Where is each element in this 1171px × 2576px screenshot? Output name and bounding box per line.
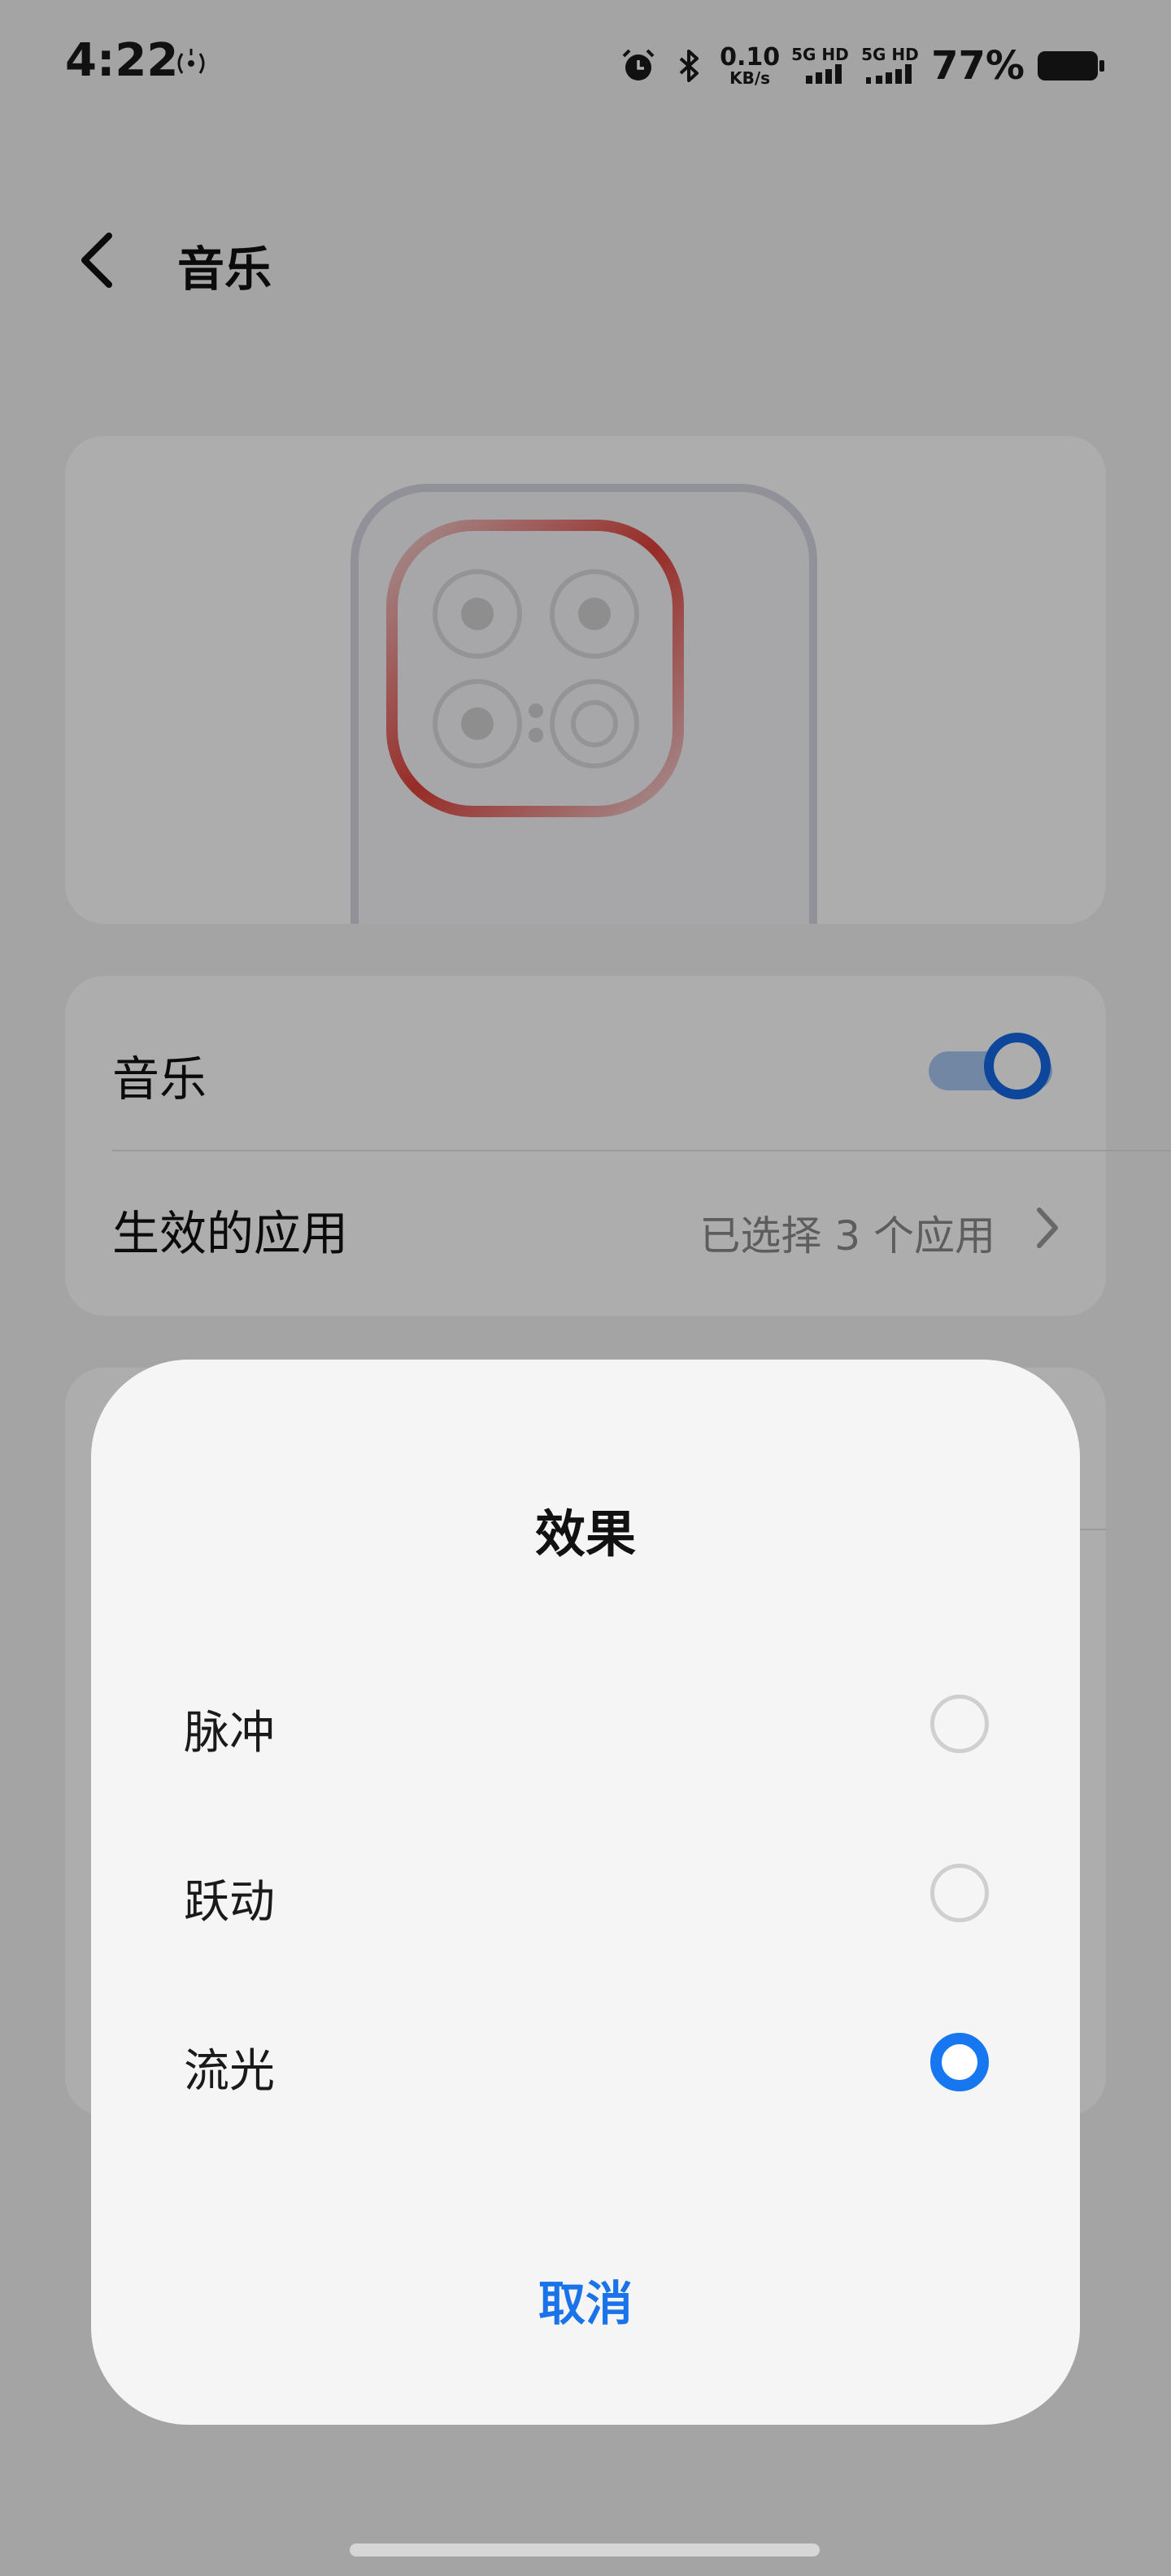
dialog-title: 效果 — [534, 1504, 636, 1564]
option-streamer-label[interactable]: 流光 — [184, 2034, 275, 2100]
option-jump-label[interactable]: 跃动 — [184, 1865, 275, 1931]
option-pulse-label[interactable]: 脉冲 — [184, 1696, 275, 1762]
cancel-button[interactable]: 取消 — [0, 2265, 1171, 2334]
home-indicator[interactable] — [350, 2543, 820, 2556]
option-streamer-radio[interactable] — [930, 2033, 989, 2091]
option-jump-radio[interactable] — [930, 1864, 989, 1922]
option-pulse-radio[interactable] — [930, 1695, 989, 1753]
